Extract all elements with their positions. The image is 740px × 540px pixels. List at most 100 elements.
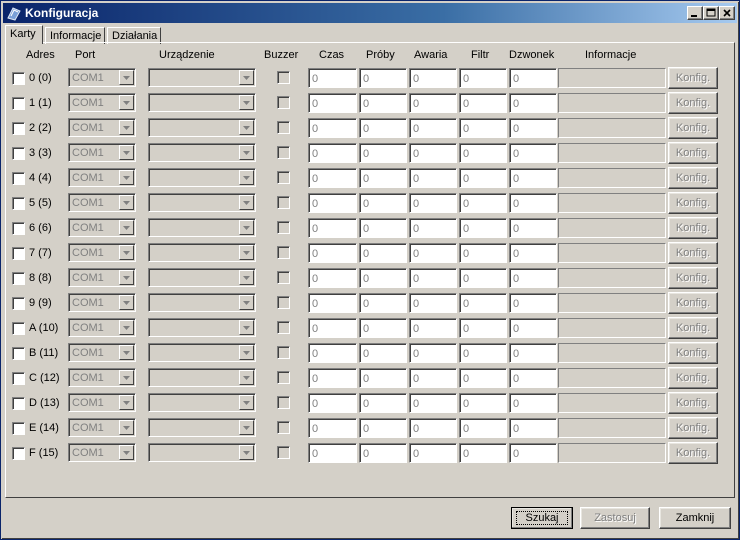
- dzwonek-input[interactable]: 0: [509, 443, 557, 463]
- device-select[interactable]: [148, 343, 256, 362]
- czas-input[interactable]: 0: [308, 318, 357, 338]
- czas-input[interactable]: 0: [308, 368, 357, 388]
- port-dropdown-button[interactable]: [119, 295, 134, 310]
- czas-input[interactable]: 0: [308, 268, 357, 288]
- szukaj-button[interactable]: Szukaj: [511, 507, 573, 529]
- dzwonek-input[interactable]: 0: [509, 68, 557, 88]
- buzzer-checkbox[interactable]: [277, 71, 290, 84]
- dzwonek-input[interactable]: 0: [509, 368, 557, 388]
- filtr-input[interactable]: 0: [459, 268, 507, 288]
- awaria-input[interactable]: 0: [409, 268, 457, 288]
- konfig-button[interactable]: Konfig.: [668, 217, 718, 239]
- port-select[interactable]: COM1: [68, 343, 136, 362]
- proby-input[interactable]: 0: [359, 393, 407, 413]
- device-dropdown-button[interactable]: [239, 245, 254, 260]
- row-enable-checkbox[interactable]: [12, 247, 25, 260]
- awaria-input[interactable]: 0: [409, 68, 457, 88]
- filtr-input[interactable]: 0: [459, 393, 507, 413]
- konfig-button[interactable]: Konfig.: [668, 392, 718, 414]
- row-enable-checkbox[interactable]: [12, 72, 25, 85]
- dzwonek-input[interactable]: 0: [509, 218, 557, 238]
- awaria-input[interactable]: 0: [409, 93, 457, 113]
- device-dropdown-button[interactable]: [239, 295, 254, 310]
- awaria-input[interactable]: 0: [409, 243, 457, 263]
- dzwonek-input[interactable]: 0: [509, 318, 557, 338]
- proby-input[interactable]: 0: [359, 293, 407, 313]
- buzzer-checkbox[interactable]: [277, 96, 290, 109]
- port-dropdown-button[interactable]: [119, 345, 134, 360]
- device-select[interactable]: [148, 193, 256, 212]
- buzzer-checkbox[interactable]: [277, 446, 290, 459]
- czas-input[interactable]: 0: [308, 293, 357, 313]
- filtr-input[interactable]: 0: [459, 418, 507, 438]
- row-enable-checkbox[interactable]: [12, 272, 25, 285]
- device-dropdown-button[interactable]: [239, 120, 254, 135]
- buzzer-checkbox[interactable]: [277, 396, 290, 409]
- czas-input[interactable]: 0: [308, 168, 357, 188]
- close-button[interactable]: [719, 6, 735, 20]
- row-enable-checkbox[interactable]: [12, 222, 25, 235]
- port-dropdown-button[interactable]: [119, 120, 134, 135]
- dzwonek-input[interactable]: 0: [509, 193, 557, 213]
- czas-input[interactable]: 0: [308, 418, 357, 438]
- awaria-input[interactable]: 0: [409, 193, 457, 213]
- buzzer-checkbox[interactable]: [277, 146, 290, 159]
- dzwonek-input[interactable]: 0: [509, 143, 557, 163]
- device-dropdown-button[interactable]: [239, 70, 254, 85]
- row-enable-checkbox[interactable]: [12, 372, 25, 385]
- zastosuj-button[interactable]: Zastosuj: [580, 507, 650, 529]
- device-dropdown-button[interactable]: [239, 170, 254, 185]
- buzzer-checkbox[interactable]: [277, 246, 290, 259]
- konfig-button[interactable]: Konfig.: [668, 417, 718, 439]
- row-enable-checkbox[interactable]: [12, 397, 25, 410]
- proby-input[interactable]: 0: [359, 318, 407, 338]
- proby-input[interactable]: 0: [359, 443, 407, 463]
- port-select[interactable]: COM1: [68, 243, 136, 262]
- czas-input[interactable]: 0: [308, 118, 357, 138]
- awaria-input[interactable]: 0: [409, 218, 457, 238]
- port-select[interactable]: COM1: [68, 393, 136, 412]
- dzwonek-input[interactable]: 0: [509, 118, 557, 138]
- buzzer-checkbox[interactable]: [277, 121, 290, 134]
- filtr-input[interactable]: 0: [459, 118, 507, 138]
- proby-input[interactable]: 0: [359, 343, 407, 363]
- device-dropdown-button[interactable]: [239, 270, 254, 285]
- port-dropdown-button[interactable]: [119, 420, 134, 435]
- port-dropdown-button[interactable]: [119, 445, 134, 460]
- port-select[interactable]: COM1: [68, 68, 136, 87]
- row-enable-checkbox[interactable]: [12, 447, 25, 460]
- device-select[interactable]: [148, 318, 256, 337]
- dzwonek-input[interactable]: 0: [509, 343, 557, 363]
- device-dropdown-button[interactable]: [239, 220, 254, 235]
- device-select[interactable]: [148, 93, 256, 112]
- filtr-input[interactable]: 0: [459, 143, 507, 163]
- proby-input[interactable]: 0: [359, 268, 407, 288]
- filtr-input[interactable]: 0: [459, 68, 507, 88]
- port-select[interactable]: COM1: [68, 418, 136, 437]
- port-select[interactable]: COM1: [68, 318, 136, 337]
- device-select[interactable]: [148, 393, 256, 412]
- proby-input[interactable]: 0: [359, 68, 407, 88]
- awaria-input[interactable]: 0: [409, 168, 457, 188]
- port-dropdown-button[interactable]: [119, 145, 134, 160]
- awaria-input[interactable]: 0: [409, 293, 457, 313]
- dzwonek-input[interactable]: 0: [509, 93, 557, 113]
- filtr-input[interactable]: 0: [459, 243, 507, 263]
- port-select[interactable]: COM1: [68, 118, 136, 137]
- filtr-input[interactable]: 0: [459, 168, 507, 188]
- port-dropdown-button[interactable]: [119, 70, 134, 85]
- port-dropdown-button[interactable]: [119, 245, 134, 260]
- port-dropdown-button[interactable]: [119, 270, 134, 285]
- device-dropdown-button[interactable]: [239, 420, 254, 435]
- tab-karty[interactable]: Karty: [5, 25, 43, 44]
- port-dropdown-button[interactable]: [119, 195, 134, 210]
- device-select[interactable]: [148, 118, 256, 137]
- dzwonek-input[interactable]: 0: [509, 268, 557, 288]
- filtr-input[interactable]: 0: [459, 193, 507, 213]
- konfig-button[interactable]: Konfig.: [668, 367, 718, 389]
- konfig-button[interactable]: Konfig.: [668, 117, 718, 139]
- proby-input[interactable]: 0: [359, 143, 407, 163]
- konfig-button[interactable]: Konfig.: [668, 317, 718, 339]
- awaria-input[interactable]: 0: [409, 118, 457, 138]
- port-dropdown-button[interactable]: [119, 320, 134, 335]
